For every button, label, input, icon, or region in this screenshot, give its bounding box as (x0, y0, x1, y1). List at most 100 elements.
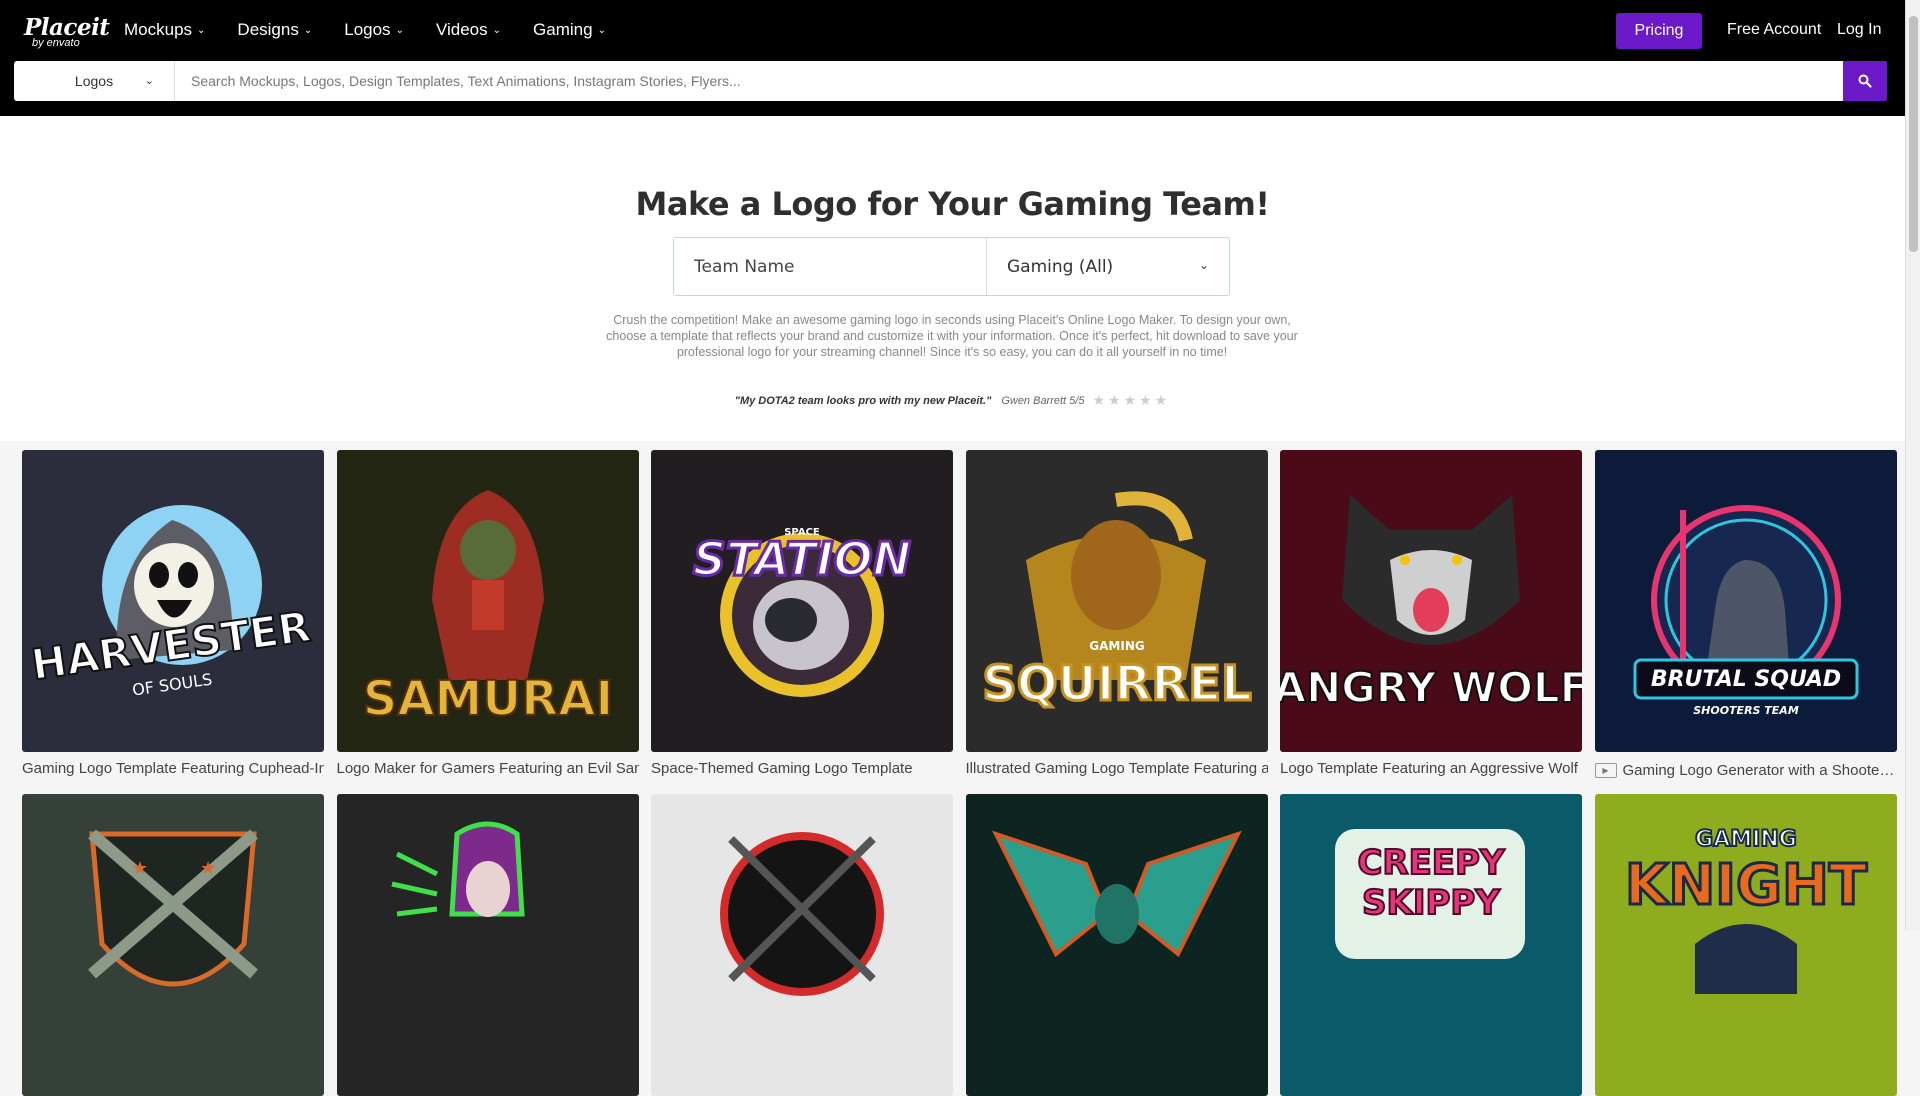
star-icon: ★ (200, 858, 216, 879)
template-caption-text: Gaming Logo Generator with a Shooter Cha… (1622, 761, 1897, 779)
testimonial-quote: "My DOTA2 team looks pro with my new Pla… (734, 394, 992, 407)
template-card[interactable]: HARVESTER OF SOULS Gaming Logo Template … (22, 450, 324, 780)
template-card[interactable]: STATION SPACE Space-Themed Gaming Logo T… (651, 450, 953, 780)
template-thumbnail[interactable]: SAMURAI (336, 450, 639, 752)
skull-logo-art: HARVESTER OF SOULS (27, 505, 315, 700)
template-caption[interactable]: Illustrated Gaming Logo Template Featuri… (966, 758, 1268, 778)
template-thumbnail[interactable]: CREEPY SKIPPY (1280, 794, 1582, 1096)
template-caption[interactable]: Logo Maker for Gamers Featuring an Evil … (337, 758, 639, 778)
chevron-down-icon: ⌄ (395, 24, 404, 36)
art-title: BRUTAL SQUAD (1650, 667, 1840, 692)
template-card[interactable]: GAMING SQUIRREL Illustrated Gaming Logo … (965, 450, 1268, 780)
template-card[interactable]: BRUTAL SQUAD SHOOTERS TEAM ▶ Gaming Logo … (1594, 450, 1897, 780)
rating-stars: ★★★★★ (1092, 392, 1171, 408)
template-thumbnail[interactable]: STATION SPACE (651, 450, 953, 752)
template-card[interactable] (651, 794, 953, 1096)
nav-item-logos[interactable]: Logos ⌄ (344, 20, 404, 40)
template-thumbnail[interactable]: BRUTAL SQUAD SHOOTERS TEAM (1594, 450, 1897, 752)
nav-item-videos[interactable]: Videos ⌄ (436, 20, 501, 40)
nav-label: Logos (344, 20, 391, 39)
login-link[interactable]: Log In (1837, 21, 1881, 39)
chevron-down-icon: ⌄ (492, 24, 502, 36)
template-thumbnail[interactable] (651, 794, 953, 1096)
nav-item-mockups[interactable]: Mockups ⌄ (124, 20, 205, 40)
squirrel-logo-art: GAMING SQUIRREL (980, 491, 1253, 714)
chevron-down-icon: ⌄ (1198, 258, 1209, 272)
nav-item-gaming[interactable]: Gaming ⌄ (533, 20, 606, 40)
template-thumbnail[interactable] (965, 794, 1268, 1096)
search-bar: Logos ⌄ (14, 61, 1887, 101)
template-grid: HARVESTER OF SOULS Gaming Logo Template … (22, 450, 1897, 1096)
pricing-button[interactable]: Pricing (1616, 13, 1702, 49)
search-input[interactable] (175, 61, 1843, 101)
template-caption[interactable]: ▶ Gaming Logo Generator with a Shooter Ch… (1594, 760, 1897, 780)
art-title: SAMURAI (362, 671, 612, 727)
nav-label: Gaming (533, 20, 593, 39)
chevron-down-icon: ⌄ (597, 24, 606, 36)
top-navigation-bar: Placeit by envato Mockups ⌄ Designs ⌄ Logo… (0, 0, 1905, 116)
art-subtitle: SKIPPY (1362, 883, 1500, 923)
search-category-select[interactable]: Logos ⌄ (14, 61, 175, 101)
template-caption[interactable]: Gaming Logo Template Featuring Cuphead-I… (22, 758, 324, 778)
star-icon: ★ (132, 858, 148, 879)
joker-logo-art (390, 821, 525, 917)
genre-value: Gaming (All) (1007, 256, 1114, 277)
testimonial-author: Gwen Barrett 5/5 (1001, 394, 1085, 407)
template-caption[interactable]: Space-Themed Gaming Logo Template (651, 758, 953, 778)
art-title: KNIGHT (1624, 853, 1866, 918)
hero-section: Make a Logo for Your Gaming Team! Gaming… (0, 116, 1905, 441)
template-thumbnail[interactable]: ANGRY WOLF (1280, 450, 1582, 752)
template-thumbnail[interactable]: ★ ★ (22, 794, 324, 1096)
crossed-rifles-logo-art (720, 832, 884, 996)
page-title: Make a Logo for Your Gaming Team! (635, 185, 1270, 223)
template-thumbnail[interactable]: HARVESTER OF SOULS (22, 450, 324, 752)
art-subtitle: SPACE (784, 527, 820, 538)
main-nav: Mockups ⌄ Designs ⌄ Logos ⌄ Videos ⌄ Gaming ⌄ (124, 20, 638, 40)
template-card[interactable]: CREEPY SKIPPY (1280, 794, 1582, 1096)
nav-label: Designs (237, 20, 299, 39)
template-caption[interactable]: Logo Template Featuring an Aggressive Wo… (1280, 758, 1582, 778)
template-card[interactable] (965, 794, 1268, 1096)
search-category-value: Logos (74, 73, 114, 89)
dragon-logo-art (991, 830, 1242, 958)
scrollbar-thumb[interactable] (1909, 16, 1918, 252)
art-subtitle: GAMING (1695, 827, 1797, 852)
samurai-logo-art: SAMURAI (361, 490, 614, 728)
page-scrollbar[interactable] (1905, 0, 1920, 930)
template-thumbnail[interactable]: GAMING KNIGHT (1594, 794, 1897, 1096)
astronaut-logo-art: STATION SPACE (691, 527, 913, 697)
template-thumbnail[interactable]: GAMING SQUIRREL (965, 450, 1268, 752)
art-title: STATION (693, 532, 911, 586)
shooter-logo-art: BRUTAL SQUAD SHOOTERS TEAM (1633, 505, 1858, 717)
template-thumbnail[interactable] (336, 794, 639, 1096)
art-title: CREEPY (1357, 843, 1505, 883)
logo-maker-form: Gaming (All) ⌄ (673, 237, 1230, 296)
search-button[interactable] (1843, 61, 1887, 101)
nav-label: Videos (435, 20, 488, 39)
template-card[interactable]: ANGRY WOLF Logo Template Featuring an Ag… (1280, 450, 1582, 780)
nav-item-designs[interactable]: Designs ⌄ (237, 20, 312, 40)
hero-description: Crush the competition! Make an awesome g… (606, 313, 1298, 359)
search-icon (1858, 74, 1872, 88)
rifles-shield-logo-art: ★ ★ (88, 829, 258, 987)
template-card[interactable]: SAMURAI Logo Maker for Gamers Featuring … (336, 450, 639, 780)
art-subtitle: SHOOTERS TEAM (1693, 704, 1799, 717)
template-card[interactable]: GAMING KNIGHT (1594, 794, 1897, 1096)
video-icon: ▶ (1594, 762, 1617, 778)
testimonial: "My DOTA2 team looks pro with my new Pla… (0, 392, 1905, 409)
template-card[interactable] (336, 794, 639, 1096)
nav-label: Mockups (124, 20, 193, 39)
template-card[interactable]: ★ ★ (22, 794, 324, 1096)
art-title: ANGRY WOLF (1280, 663, 1582, 712)
chevron-down-icon: ⌄ (197, 24, 206, 36)
free-account-link[interactable]: Free Account (1727, 21, 1821, 39)
creepy-skippy-logo-art: CREEPY SKIPPY (1335, 829, 1525, 959)
art-title: SQUIRREL (982, 656, 1252, 712)
team-name-input[interactable] (674, 238, 987, 295)
wolf-logo-art: ANGRY WOLF (1280, 495, 1582, 713)
placeit-logo[interactable]: Placeit by envato (24, 14, 110, 49)
chevron-down-icon: ⌄ (303, 24, 313, 36)
genre-select[interactable]: Gaming (All) ⌄ (987, 238, 1229, 295)
chevron-down-icon: ⌄ (144, 75, 154, 87)
art-subtitle: GAMING (1089, 639, 1144, 653)
